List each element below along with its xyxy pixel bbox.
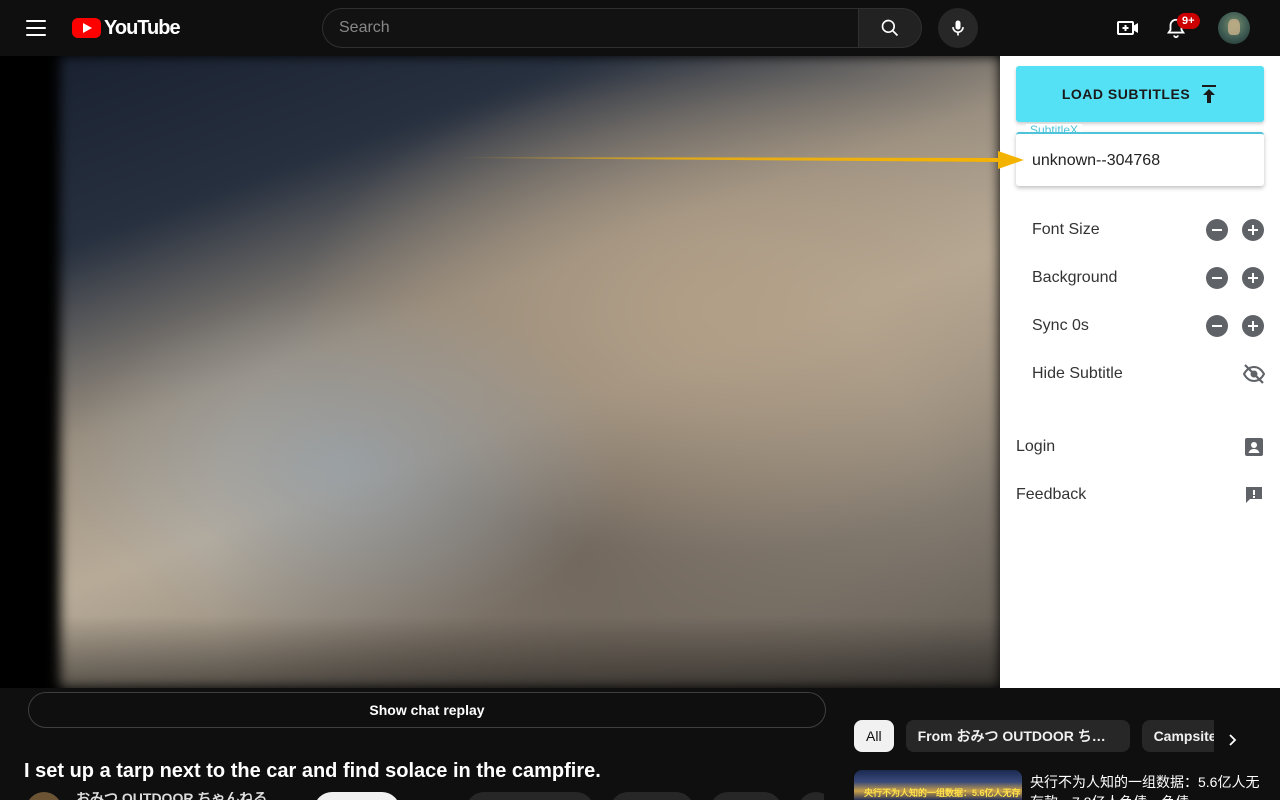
subtitle-file-value: unknown--304768	[1032, 152, 1161, 169]
video-title: I set up a tarp next to the car and find…	[24, 760, 601, 782]
minus-icon	[1212, 229, 1222, 231]
subtitle-extension-panel: LOAD SUBTITLES unknown--304768 SubtitleX…	[1000, 56, 1280, 688]
sync-decrease-button[interactable]	[1206, 315, 1228, 337]
subtitle-field-legend: SubtitleX	[1026, 124, 1083, 132]
subtitle-file-field[interactable]: unknown--304768	[1016, 132, 1264, 186]
minus-icon	[1212, 325, 1222, 327]
load-subtitles-label: LOAD SUBTITLES	[1061, 86, 1191, 102]
chip-campsite[interactable]: Campsite	[1141, 720, 1214, 752]
chip-all[interactable]: All	[854, 720, 894, 752]
login-item[interactable]: Login	[1016, 429, 1264, 465]
masthead: YouTube 9+	[0, 0, 1280, 56]
hamburger-icon	[26, 20, 46, 22]
show-chat-replay-button[interactable]: Show chat replay	[28, 692, 826, 728]
background-label: Background	[1032, 269, 1118, 286]
video-player[interactable]	[0, 56, 1000, 688]
logo-text: YouTube	[104, 16, 181, 39]
recommendation-title[interactable]: 央行不为人知的一组数据：5.6亿人无存款，7.8亿人负债，负债	[1030, 772, 1260, 800]
share-button[interactable]	[610, 792, 694, 800]
sync-control: Sync 0s	[1032, 310, 1264, 342]
plus-icon	[1248, 273, 1258, 283]
notification-count-badge: 9+	[1177, 13, 1200, 29]
play-logo-icon	[72, 18, 101, 38]
video-frame	[60, 56, 1000, 688]
account-avatar[interactable]	[1218, 12, 1250, 44]
youtube-logo[interactable]: YouTube	[72, 16, 181, 39]
load-subtitles-button[interactable]: LOAD SUBTITLES	[1016, 66, 1264, 122]
channel-row: おみつ OUTDOOR ちゃんねる	[24, 792, 824, 800]
create-video-icon	[1117, 21, 1138, 35]
chevron-right-icon	[1229, 734, 1237, 746]
filter-chips: All From おみつ OUTDOOR ちゃんねる Campsite	[854, 720, 1214, 752]
hide-subtitle-control: Hide Subtitle	[1032, 358, 1266, 390]
like-dislike-buttons[interactable]	[466, 792, 594, 800]
subscribe-button[interactable]	[314, 792, 400, 800]
background-increase-button[interactable]	[1242, 267, 1264, 289]
sync-increase-button[interactable]	[1242, 315, 1264, 337]
search-button[interactable]	[858, 8, 922, 48]
more-actions-button[interactable]	[798, 792, 824, 800]
feedback-icon	[1246, 487, 1262, 503]
font-size-decrease-button[interactable]	[1206, 219, 1228, 241]
voice-search-button[interactable]	[938, 8, 978, 48]
chip-from-channel[interactable]: From おみつ OUTDOOR ちゃんねる	[905, 720, 1130, 752]
channel-name[interactable]: おみつ OUTDOOR ちゃんねる	[76, 792, 267, 800]
feedback-item[interactable]: Feedback	[1016, 477, 1264, 513]
player-controls-gradient	[0, 616, 1000, 688]
plus-icon	[1248, 225, 1258, 235]
font-size-control: Font Size	[1032, 214, 1264, 246]
microphone-icon	[952, 20, 964, 36]
font-size-label: Font Size	[1032, 221, 1100, 238]
download-button[interactable]	[710, 792, 782, 800]
login-label: Login	[1016, 438, 1056, 455]
background-control: Background	[1032, 262, 1264, 294]
font-size-increase-button[interactable]	[1242, 219, 1264, 241]
upload-icon	[1202, 85, 1217, 103]
account-box-icon	[1245, 438, 1263, 456]
hide-subtitle-toggle[interactable]	[1240, 360, 1268, 388]
feedback-label: Feedback	[1016, 486, 1087, 503]
thumbnail-caption: 央行不为人知的一组数据：5.6亿人无存	[864, 788, 1021, 798]
channel-avatar[interactable]	[26, 792, 62, 800]
below-player-area: Show chat replay I set up a tarp next to…	[0, 688, 1280, 800]
search-input[interactable]	[322, 8, 859, 48]
recommendation-thumbnail[interactable]: 央行不为人知的一组数据：5.6亿人无存	[854, 770, 1022, 800]
create-button[interactable]	[1108, 8, 1148, 48]
minus-icon	[1212, 277, 1222, 279]
search-icon	[881, 19, 899, 37]
background-decrease-button[interactable]	[1206, 267, 1228, 289]
plus-icon	[1248, 321, 1258, 331]
sync-label: Sync 0s	[1032, 317, 1089, 334]
chat-replay-label: Show chat replay	[369, 702, 485, 718]
hide-subtitle-label: Hide Subtitle	[1032, 365, 1123, 382]
chips-next-button[interactable]	[1214, 722, 1250, 758]
eye-off-icon	[1242, 364, 1266, 384]
guide-menu-button[interactable]	[18, 12, 54, 44]
